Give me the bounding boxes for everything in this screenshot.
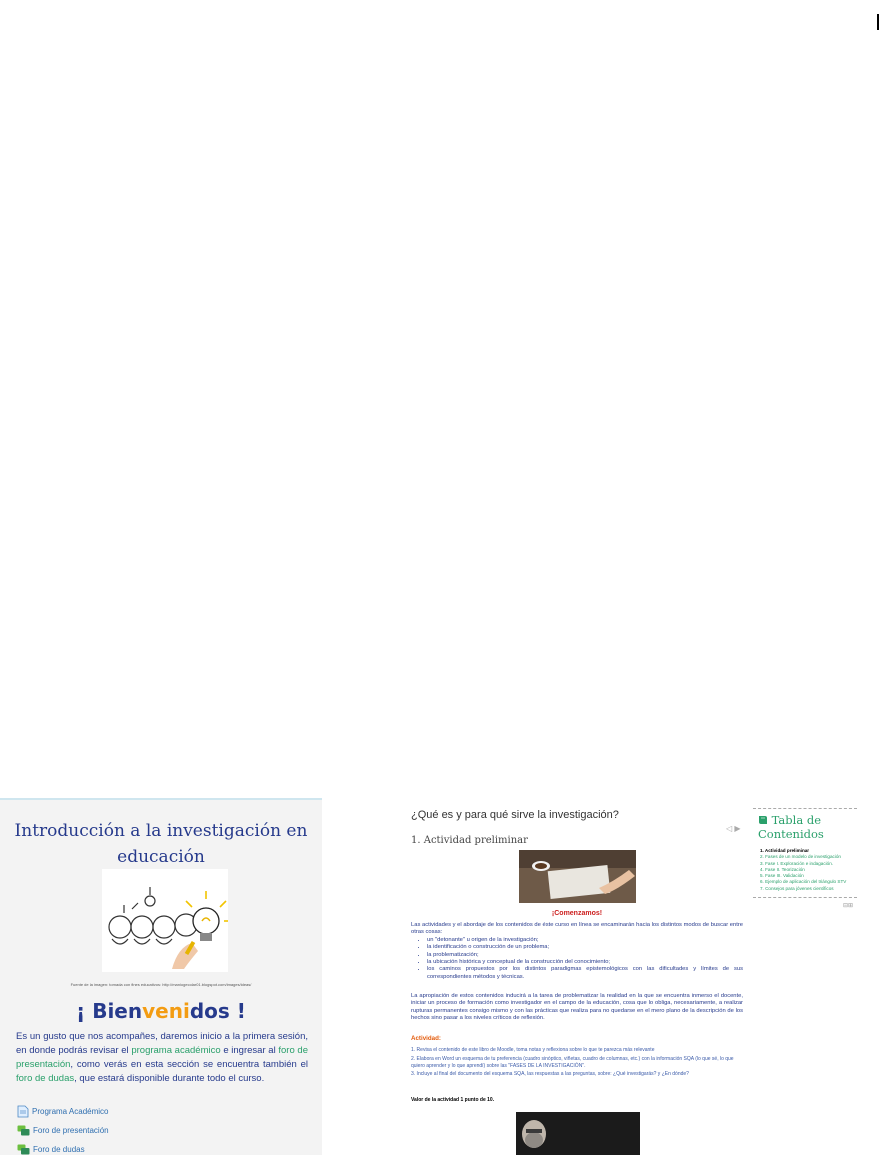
list-item: 3. Incluye al final del documento del es… xyxy=(411,1071,689,1078)
forum-icon xyxy=(17,1144,30,1154)
course-title: Introducción a la investigación en educa… xyxy=(14,821,308,867)
list-item: un "detonante" u origen de la investigac… xyxy=(427,937,743,944)
foro-presentacion-resource[interactable]: Foro de presentación xyxy=(17,1121,297,1140)
actividad-heading: Actividad: xyxy=(411,1035,441,1042)
foro-dudas-link[interactable]: foro de dudas xyxy=(16,1073,74,1084)
document-icon xyxy=(17,1105,29,1118)
apropiacion-paragraph: La apropiación de estos contenidos induc… xyxy=(411,993,743,1022)
freire-quote-image xyxy=(516,1112,640,1155)
toc-item-consejos[interactable]: 7. Consejos para jóvenes científicos xyxy=(760,886,857,892)
list-item: los caminos propuestos por los distintos… xyxy=(427,966,743,981)
chapter-nav-arrows[interactable]: ◁ ▶ xyxy=(726,824,741,833)
cursor-mark xyxy=(877,14,879,30)
list-item: 2. Elabora en Word un esquema de tu pref… xyxy=(411,1055,734,1069)
intro-paragraph: Es un gusto que nos acompañes, daremos i… xyxy=(16,1031,308,1084)
lightbulb-ideas-image xyxy=(102,869,228,972)
activity-instructions: 1. Revisa el contenido de este libro de … xyxy=(411,1047,743,1080)
forum-icon xyxy=(17,1125,30,1135)
intro-paragraph: Las actividades y el abordaje de los con… xyxy=(411,922,743,981)
notebook-coffee-photo xyxy=(519,850,636,903)
toc-footer: ⊟⊞ xyxy=(753,897,857,909)
link-label: Foro de presentación xyxy=(33,1126,109,1135)
programa-academico-link[interactable]: programa académico xyxy=(131,1045,220,1056)
table-of-contents: Tabla de Contenidos 1. Actividad prelimi… xyxy=(753,808,857,909)
list-item: la identificación o construcción de un p… xyxy=(427,944,743,951)
list-item: la ubicación histórica y conceptual de l… xyxy=(427,959,743,966)
chapter-heading: ¿Qué es y para qué sirve la investigació… xyxy=(411,809,619,821)
activity-value: Valor de la actividad 1 punto de 10. xyxy=(411,1097,495,1103)
link-label: Programa Académico xyxy=(32,1107,109,1116)
list-item: 1. Revisa el contenido de este libro de … xyxy=(411,1047,655,1053)
comenzamos-heading: ¡Comenzamos! xyxy=(551,910,603,917)
activity-links: Programa Académico Foro de presentación … xyxy=(17,1102,297,1159)
image-caption: Fuente de la imagen: tomada con fines ed… xyxy=(70,982,252,987)
toc-item-ejemplo-stv[interactable]: 6. Ejemplo de aplicación del triángulo S… xyxy=(760,879,857,885)
programa-academico-resource[interactable]: Programa Académico xyxy=(17,1102,297,1121)
toc-list: 1. Actividad preliminar 2. Fases de un m… xyxy=(753,848,857,892)
chapter-subheading: 1. Actividad preliminar xyxy=(411,835,528,846)
link-label: Foro de dudas xyxy=(33,1145,85,1154)
welcome-heading: ¡ Bienvenidos ! xyxy=(76,999,246,1023)
toc-collapse-controls[interactable]: ⊟⊞ xyxy=(843,902,853,909)
toc-title: Tabla de Contenidos xyxy=(758,813,824,841)
foro-dudas-resource[interactable]: Foro de dudas xyxy=(17,1140,297,1159)
list-item: la problematización; xyxy=(427,952,743,959)
course-welcome-panel: Introducción a la investigación en educa… xyxy=(0,798,322,1155)
book-icon xyxy=(759,816,767,824)
